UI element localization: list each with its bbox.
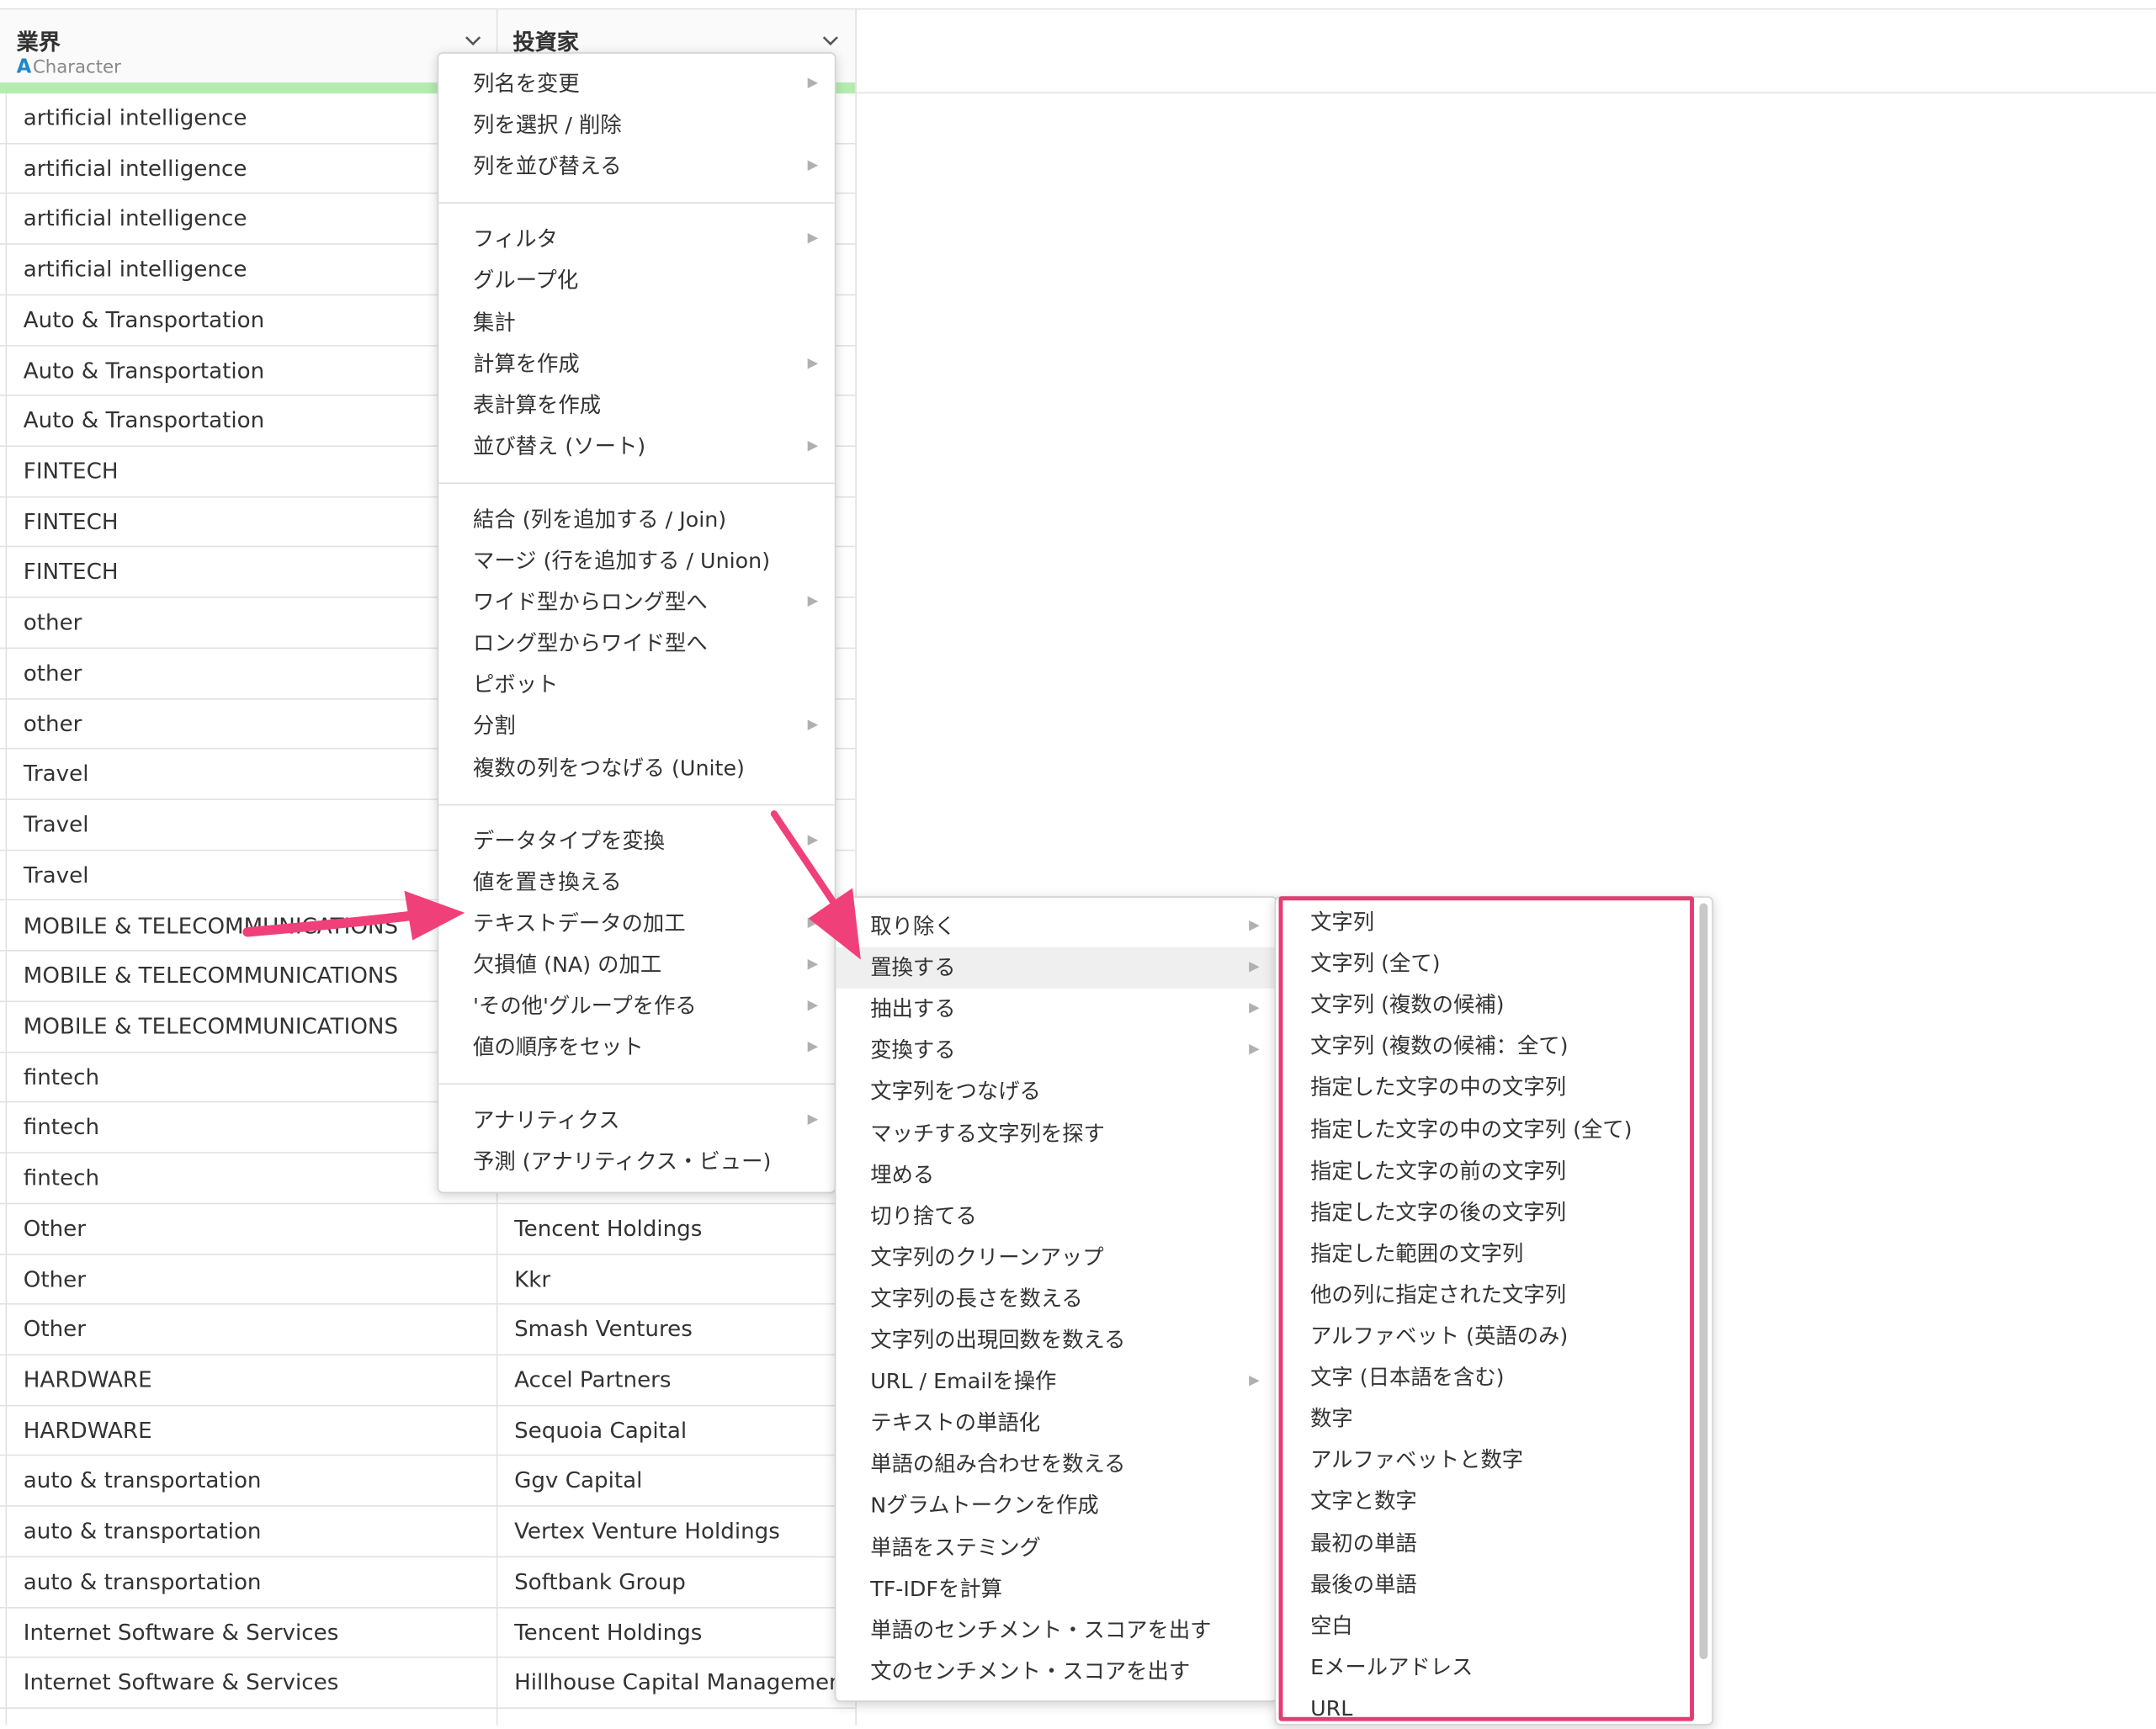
pink-arrow-icon [242, 890, 465, 941]
annotation-arrows [242, 810, 861, 960]
pink-arrow-icon [770, 810, 861, 960]
page: 業界 A Character 投資家 artificial intelligenc… [0, 0, 2156, 1726]
